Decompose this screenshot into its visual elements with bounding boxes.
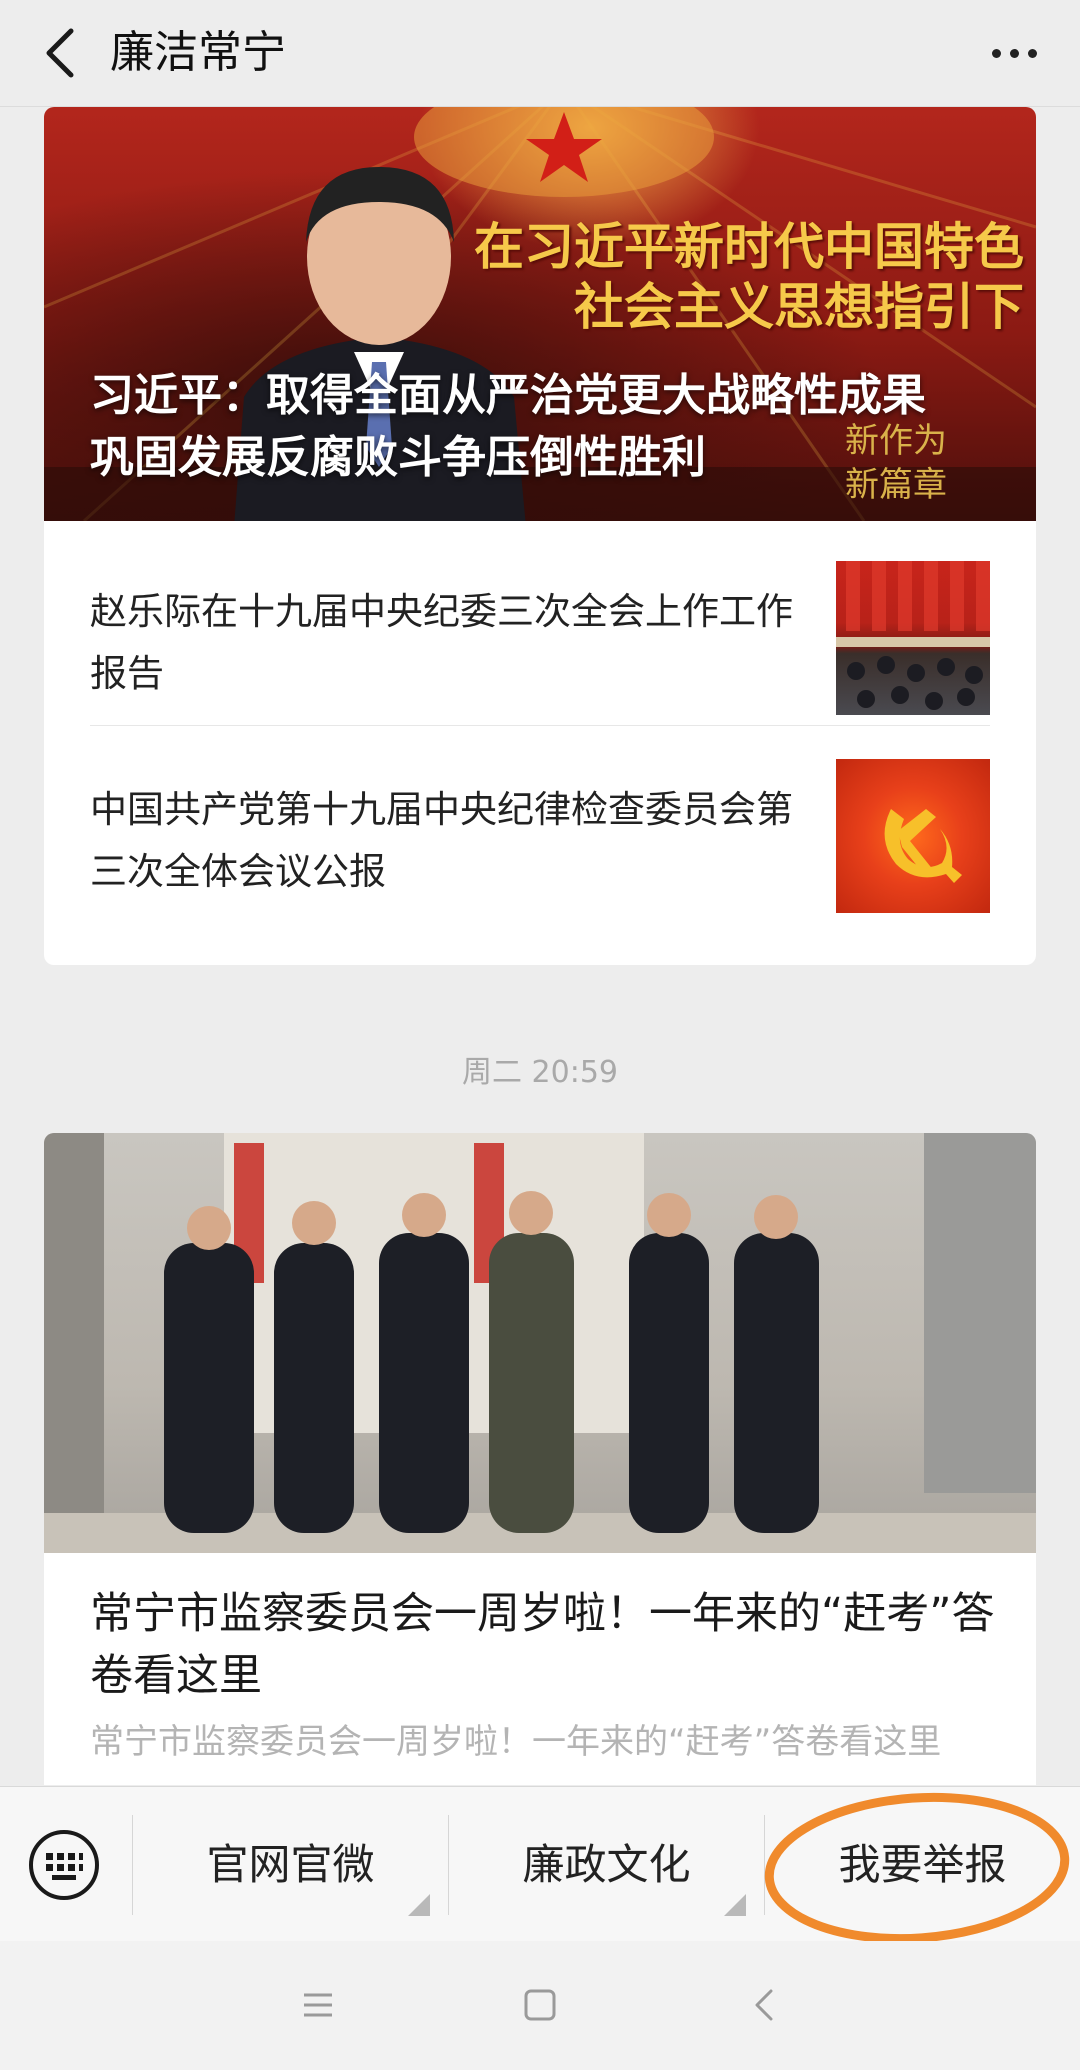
article-cover-photo xyxy=(44,1133,1036,1553)
back-nav-icon[interactable] xyxy=(735,1975,795,2035)
group-photo-image xyxy=(44,1133,1036,1553)
keyboard-icon xyxy=(29,1830,99,1900)
more-options-button[interactable] xyxy=(974,18,1054,88)
top-bar: 廉洁常宁 xyxy=(0,0,1080,107)
system-navigation-bar xyxy=(0,1941,1080,2070)
featured-article-title: 习近平：取得全面从严治党更大战略性成果 巩固发展反腐败斗争压倒性胜利 xyxy=(90,365,1000,489)
hero-slogan-line: 社会主义思想指引下 xyxy=(574,277,1024,336)
article-thumbnail xyxy=(836,759,990,913)
featured-title-line: 巩固发展反腐败斗争压倒性胜利 xyxy=(90,432,706,483)
article-list-item[interactable]: 中国共产党第十九届中央纪律检查委员会第三次全体会议公报 xyxy=(90,745,990,923)
article-title: 中国共产党第十九届中央纪律检查委员会第三次全体会议公报 xyxy=(90,788,793,893)
hero-slogan-line: 在习近平新时代中国特色 xyxy=(474,217,1024,276)
submenu-indicator-icon xyxy=(408,1894,430,1916)
article-card[interactable]: 常宁市监察委员会一周岁啦！一年来的“赶考”答卷看这里 常宁市监察委员会一周岁啦！… xyxy=(44,1133,1036,1785)
highlight-circle-annotation xyxy=(764,1792,1070,1944)
keyboard-toggle-button[interactable] xyxy=(28,1829,100,1901)
article-summary: 常宁市监察委员会一周岁啦！一年来的“赶考”答卷看这里 xyxy=(90,1722,942,1762)
page-title: 廉洁常宁 xyxy=(110,27,286,78)
message-feed[interactable]: 在习近平新时代中国特色 社会主义思想指引下 新作为 新篇章 习近平：取得全面从严… xyxy=(0,107,1080,1785)
hero-slogan: 在习近平新时代中国特色 社会主义思想指引下 xyxy=(414,217,1024,337)
party-emblem-icon xyxy=(884,809,962,883)
featured-article[interactable]: 在习近平新时代中国特色 社会主义思想指引下 新作为 新篇章 习近平：取得全面从严… xyxy=(44,107,1036,521)
dot-icon xyxy=(1027,48,1037,58)
menu-item-integrity-culture[interactable]: 廉政文化 xyxy=(449,1787,764,1942)
message-timestamp: 周二 20:59 xyxy=(462,1055,618,1090)
menu-icon[interactable] xyxy=(288,1975,348,2035)
back-button[interactable] xyxy=(30,18,90,88)
article-list-item[interactable]: 赵乐际在十九届中央纪委三次全会上作工作报告 xyxy=(90,547,990,726)
article-card-group: 在习近平新时代中国特色 社会主义思想指引下 新作为 新篇章 习近平：取得全面从严… xyxy=(44,107,1036,965)
dot-icon xyxy=(1009,48,1019,58)
chevron-left-icon xyxy=(46,28,74,78)
menu-item-label: 官网官微 xyxy=(206,1840,375,1889)
dot-icon xyxy=(991,48,1001,58)
menu-item-label: 廉政文化 xyxy=(522,1840,691,1889)
article-thumbnail xyxy=(836,561,990,715)
menu-item-official-sites[interactable]: 官网官微 xyxy=(133,1787,448,1942)
article-title: 常宁市监察委员会一周岁啦！一年来的“赶考”答卷看这里 xyxy=(90,1589,995,1701)
submenu-indicator-icon xyxy=(724,1894,746,1916)
article-title: 赵乐际在十九届中央纪委三次全会上作工作报告 xyxy=(90,590,793,695)
home-icon[interactable] xyxy=(510,1975,570,2035)
meeting-hall-image xyxy=(836,561,990,710)
featured-title-line: 习近平：取得全面从严治党更大战略性成果 xyxy=(90,370,926,421)
